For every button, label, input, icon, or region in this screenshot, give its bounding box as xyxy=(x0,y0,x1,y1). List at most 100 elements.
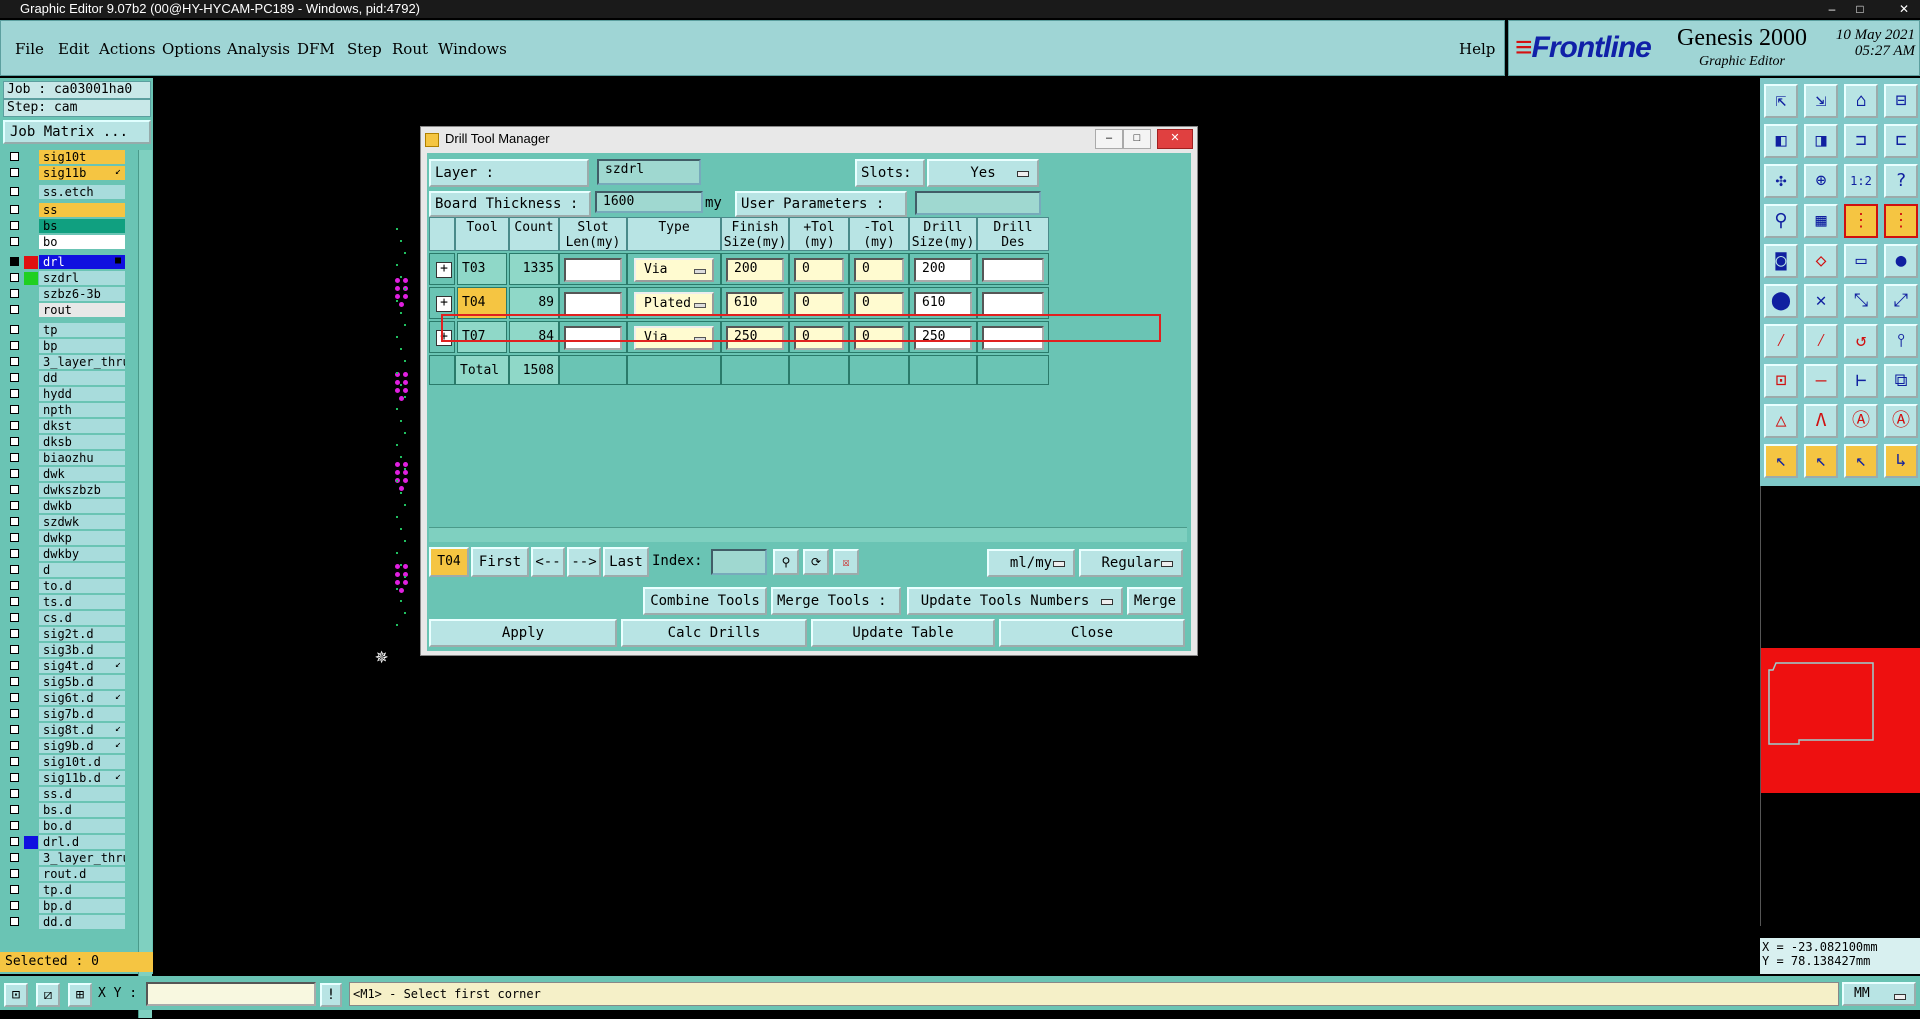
point-icon[interactable]: ⊡ xyxy=(1764,364,1798,398)
layer-checkbox[interactable] xyxy=(10,901,19,910)
layer-row[interactable]: dkst xyxy=(3,419,125,434)
layer-checkbox[interactable] xyxy=(10,725,19,734)
layer-row[interactable]: d xyxy=(3,563,125,578)
layer-checkbox[interactable] xyxy=(10,389,19,398)
split-line-icon[interactable]: ⫯ xyxy=(1884,324,1918,358)
column-header[interactable]: Drill Des xyxy=(977,217,1049,251)
layer-row[interactable]: sig9b.d ↙ xyxy=(3,739,125,754)
angle-icon[interactable]: Λ xyxy=(1804,404,1838,438)
last-button[interactable]: Last xyxy=(603,547,649,577)
layer-checkbox[interactable] xyxy=(10,581,19,590)
maximize-icon[interactable]: □ xyxy=(1846,0,1874,18)
triangle-icon[interactable]: △ xyxy=(1764,404,1798,438)
layer-row[interactable]: sig10t.d xyxy=(3,755,125,770)
layer-scrollbar[interactable] xyxy=(138,150,152,1018)
slot-input[interactable] xyxy=(564,292,622,316)
layer-checkbox[interactable] xyxy=(10,789,19,798)
layer-row[interactable]: bo.d xyxy=(3,819,125,834)
layer-checkbox[interactable] xyxy=(10,837,19,846)
layer-row[interactable]: rout.d xyxy=(3,867,125,882)
link2-icon[interactable]: ⤢ xyxy=(1884,284,1918,318)
arch-icon[interactable]: Ⓐ xyxy=(1844,404,1878,438)
pan-right-icon[interactable]: ◨ xyxy=(1804,124,1838,158)
menu-analysis[interactable]: Analysis xyxy=(227,40,290,58)
prev-button[interactable]: <-- xyxy=(531,547,565,577)
measure-icon[interactable]: ⚲ xyxy=(1764,204,1798,238)
home-icon[interactable]: ⌂ xyxy=(1844,84,1878,118)
column-header[interactable]: Slot Len(my) xyxy=(559,217,627,251)
net-icon[interactable]: ⋮ xyxy=(1844,204,1878,238)
layer-checkbox[interactable] xyxy=(10,773,19,782)
menu-help[interactable]: Help xyxy=(1459,40,1495,58)
layer-row[interactable]: szdrl xyxy=(3,271,125,286)
calc-drills-button[interactable]: Calc Drills xyxy=(621,619,807,647)
type-dropdown[interactable]: Plated xyxy=(634,292,714,316)
ptol-input[interactable]: 0 xyxy=(794,258,844,282)
layer-checkbox[interactable] xyxy=(10,469,19,478)
cursor-icon[interactable]: ↖ xyxy=(1764,444,1798,478)
slot-input[interactable] xyxy=(564,258,622,282)
layer-row[interactable]: sig7b.d xyxy=(3,707,125,722)
link-icon[interactable]: ⤡ xyxy=(1844,284,1878,318)
column-header[interactable]: Count xyxy=(509,217,559,251)
navigator-view[interactable] xyxy=(1760,486,1920,926)
close-icon[interactable]: ✕ xyxy=(1890,0,1918,18)
minus-icon[interactable]: — xyxy=(1804,364,1838,398)
units-dropdown[interactable]: ml/my xyxy=(987,549,1075,577)
first-button[interactable]: First xyxy=(471,547,529,577)
layer-row[interactable]: sig3b.d xyxy=(3,643,125,658)
layer-row[interactable]: sig10t xyxy=(3,150,125,165)
layer-row[interactable]: npth xyxy=(3,403,125,418)
menu-file[interactable]: File xyxy=(15,40,44,58)
layer-row[interactable]: dwkb xyxy=(3,499,125,514)
layer-checkbox[interactable] xyxy=(10,405,19,414)
layer-checkbox[interactable] xyxy=(10,677,19,686)
update-table-button[interactable]: Update Table xyxy=(811,619,995,647)
layer-checkbox[interactable] xyxy=(10,757,19,766)
dialog-minimize-icon[interactable]: – xyxy=(1095,129,1123,149)
menu-dfm[interactable]: DFM xyxy=(297,40,335,58)
connect-icon[interactable]: ⬤ xyxy=(1764,284,1798,318)
layer-row[interactable]: sig11b ↙ xyxy=(3,166,125,181)
layer-row[interactable]: sig11b.d ↙ xyxy=(3,771,125,786)
layer-checkbox[interactable] xyxy=(10,168,19,177)
layer-row[interactable]: drl ■ xyxy=(3,255,125,270)
delete-icon[interactable]: ☒ xyxy=(833,549,859,575)
camera-icon[interactable]: ◙ xyxy=(1764,244,1798,278)
job-matrix-button[interactable]: Job Matrix ... xyxy=(3,120,151,144)
layer-row[interactable]: to.d xyxy=(3,579,125,594)
layer-row[interactable]: cs.d xyxy=(3,611,125,626)
layer-checkbox[interactable] xyxy=(10,485,19,494)
layer-row[interactable]: sig4t.d ↙ xyxy=(3,659,125,674)
column-header[interactable]: -Tol (my) xyxy=(849,217,909,251)
refresh-icon[interactable]: ⟳ xyxy=(803,549,829,575)
zoom-home-icon[interactable]: ⇱ xyxy=(1764,84,1798,118)
arc-icon[interactable]: ↺ xyxy=(1844,324,1878,358)
layer-checkbox[interactable] xyxy=(10,341,19,350)
layer-row[interactable]: dwk xyxy=(3,467,125,482)
layer-row[interactable]: dwkp xyxy=(3,531,125,546)
layer-checkbox[interactable] xyxy=(10,805,19,814)
layer-row[interactable]: dwkby xyxy=(3,547,125,562)
layer-checkbox[interactable] xyxy=(10,325,19,334)
menu-step[interactable]: Step xyxy=(347,40,382,58)
next-button[interactable]: --> xyxy=(567,547,601,577)
menu-windows[interactable]: Windows xyxy=(438,40,507,58)
layer-checkbox[interactable] xyxy=(10,597,19,606)
pad-icon[interactable]: ● xyxy=(1884,244,1918,278)
layer-row[interactable]: sig8t.d ↙ xyxy=(3,723,125,738)
column-header[interactable] xyxy=(429,217,455,251)
shape-icon[interactable]: ◇ xyxy=(1804,244,1838,278)
layer-checkbox[interactable] xyxy=(10,305,19,314)
column-header[interactable]: Drill Size(my) xyxy=(909,217,977,251)
layer-checkbox[interactable] xyxy=(10,289,19,298)
layer-checkbox[interactable] xyxy=(10,221,19,230)
apply-button[interactable]: Apply xyxy=(429,619,617,647)
layer-row[interactable]: szdwk xyxy=(3,515,125,530)
arch2-icon[interactable]: Ⓐ xyxy=(1884,404,1918,438)
combine-tools-button[interactable]: Combine Tools xyxy=(643,587,767,615)
center-icon[interactable]: ⊕ xyxy=(1804,164,1838,198)
minimize-icon[interactable]: – xyxy=(1818,0,1846,18)
mtol-input[interactable]: 0 xyxy=(854,258,904,282)
pan-left-icon[interactable]: ◧ xyxy=(1764,124,1798,158)
